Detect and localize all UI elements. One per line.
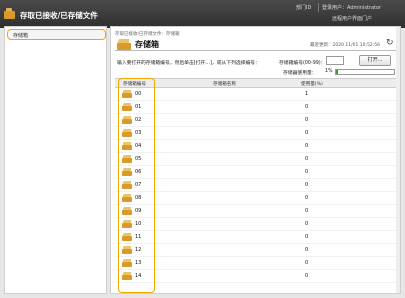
mailbox-icon[interactable] [122, 129, 132, 137]
mailbox-usage: 0 [305, 104, 309, 110]
table-row[interactable]: 08 0 [115, 192, 398, 205]
mailbox-number[interactable]: 04 [135, 143, 141, 149]
divider [318, 3, 319, 12]
mailbox-number[interactable]: 10 [135, 221, 141, 227]
refresh-icon[interactable]: ↻ [386, 39, 395, 48]
mailbox-icon[interactable] [122, 103, 132, 111]
usage-label: 存储器使用量： [283, 71, 317, 76]
table-row[interactable]: 12 0 [115, 244, 398, 257]
box-number-input[interactable] [326, 56, 344, 65]
mailbox-icon[interactable] [122, 194, 132, 202]
mailbox-icon[interactable] [122, 246, 132, 254]
table-row[interactable]: 11 0 [115, 231, 398, 244]
divider [115, 50, 398, 51]
table-row[interactable]: 07 0 [115, 179, 398, 192]
mailbox-usage: 0 [305, 221, 309, 227]
mailbox-icon[interactable] [122, 116, 132, 124]
mailbox-usage: 0 [305, 273, 309, 279]
table-row[interactable]: 03 0 [115, 127, 398, 140]
mailbox-icon[interactable] [122, 168, 132, 176]
sidebar: 存储箱 [4, 26, 107, 294]
table-row[interactable]: 00 1 [115, 88, 398, 101]
mailbox-icon[interactable] [122, 207, 132, 215]
mailbox-icon[interactable] [122, 181, 132, 189]
logged-in-user: 登录用户：Administrator [322, 5, 382, 11]
mailbox-icon[interactable] [122, 142, 132, 150]
mailbox-number[interactable]: 06 [135, 169, 141, 175]
mailbox-icon[interactable] [122, 90, 132, 98]
mailbox-icon[interactable] [122, 272, 132, 280]
portal-link[interactable]: 远程用户界面门户 [332, 15, 372, 22]
last-updated: 最近更新：2020 11/01 10:52:56 [310, 43, 380, 48]
logo-icon [4, 8, 15, 19]
window-title: 存取已接收/已存储文件 [20, 11, 98, 20]
mailbox-number[interactable]: 13 [135, 260, 141, 266]
table-row[interactable]: 05 0 [115, 153, 398, 166]
top-bar: 存取已接收/已存储文件 部门ID 登录用户：Administrator 远程用户… [0, 0, 405, 28]
mailbox-number[interactable]: 11 [135, 234, 141, 240]
table-row[interactable]: 09 0 [115, 205, 398, 218]
mailbox-usage: 0 [305, 117, 309, 123]
usage-bar [335, 69, 395, 75]
mailbox-icon[interactable] [122, 259, 132, 267]
usage-bar-fill [336, 70, 339, 74]
mailbox-usage: 0 [305, 260, 309, 266]
mailbox-usage: 0 [305, 130, 309, 136]
table-header: 存储箱编号 存储箱名称 使用量(%) [115, 78, 398, 88]
table-row[interactable]: 14 0 [115, 270, 398, 283]
mailbox-number[interactable]: 05 [135, 156, 141, 162]
table-row[interactable]: 10 0 [115, 218, 398, 231]
mailbox-usage: 0 [305, 143, 309, 149]
main-panel: 存取已接收/已存储文件：存储箱 存储箱 最近更新：2020 11/01 10:5… [110, 26, 401, 294]
table-row[interactable]: 01 0 [115, 101, 398, 114]
page-title: 存储箱 [135, 40, 159, 49]
mailbox-number[interactable]: 03 [135, 130, 141, 136]
table-row[interactable]: 13 0 [115, 257, 398, 270]
box-number-label: 存储箱编号(00-99)： [279, 61, 326, 66]
mailbox-number[interactable]: 14 [135, 273, 141, 279]
mailbox-icon[interactable] [122, 220, 132, 228]
mailbox-number[interactable]: 07 [135, 182, 141, 188]
mailbox-usage: 0 [305, 182, 309, 188]
mailbox-usage: 0 [305, 195, 309, 201]
column-header-usage[interactable]: 使用量(%) [301, 81, 323, 87]
sidebar-item-mailbox[interactable]: 存储箱 [7, 29, 106, 40]
mailbox-number[interactable]: 09 [135, 208, 141, 214]
mailbox-number[interactable]: 01 [135, 104, 141, 110]
table-row[interactable]: 04 0 [115, 140, 398, 153]
mailbox-usage: 0 [305, 208, 309, 214]
dept-id-link[interactable]: 部门ID [296, 4, 311, 11]
mailbox-number[interactable]: 12 [135, 247, 141, 253]
mailbox-usage: 0 [305, 234, 309, 240]
mailbox-icon[interactable] [122, 155, 132, 163]
mailbox-usage: 1 [305, 91, 309, 97]
mailbox-usage: 0 [305, 169, 309, 175]
scrollbar[interactable] [396, 27, 400, 293]
mailbox-number[interactable]: 02 [135, 117, 141, 123]
column-header-number[interactable]: 存储箱编号 [123, 81, 146, 87]
mailbox-icon [117, 39, 131, 50]
mailbox-table: 存储箱编号 存储箱名称 使用量(%) 00 1 01 0 02 0 03 0 04 0 05 0 06 0… [115, 78, 398, 283]
mailbox-usage: 0 [305, 247, 309, 253]
open-button[interactable]: 打开... [359, 55, 391, 66]
mailbox-number[interactable]: 08 [135, 195, 141, 201]
mailbox-icon[interactable] [122, 233, 132, 241]
table-row[interactable]: 02 0 [115, 114, 398, 127]
breadcrumb: 存取已接收/已存储文件：存储箱 [115, 32, 180, 37]
usage-value: 1% [325, 69, 333, 74]
mailbox-usage: 0 [305, 156, 309, 162]
table-row[interactable]: 06 0 [115, 166, 398, 179]
mailbox-number[interactable]: 00 [135, 91, 141, 97]
instruction-text: 输入要打开的存储箱编号，然后单击[打开…]，或从下列选择编号： [117, 61, 260, 66]
column-header-name[interactable]: 存储箱名称 [213, 81, 236, 87]
